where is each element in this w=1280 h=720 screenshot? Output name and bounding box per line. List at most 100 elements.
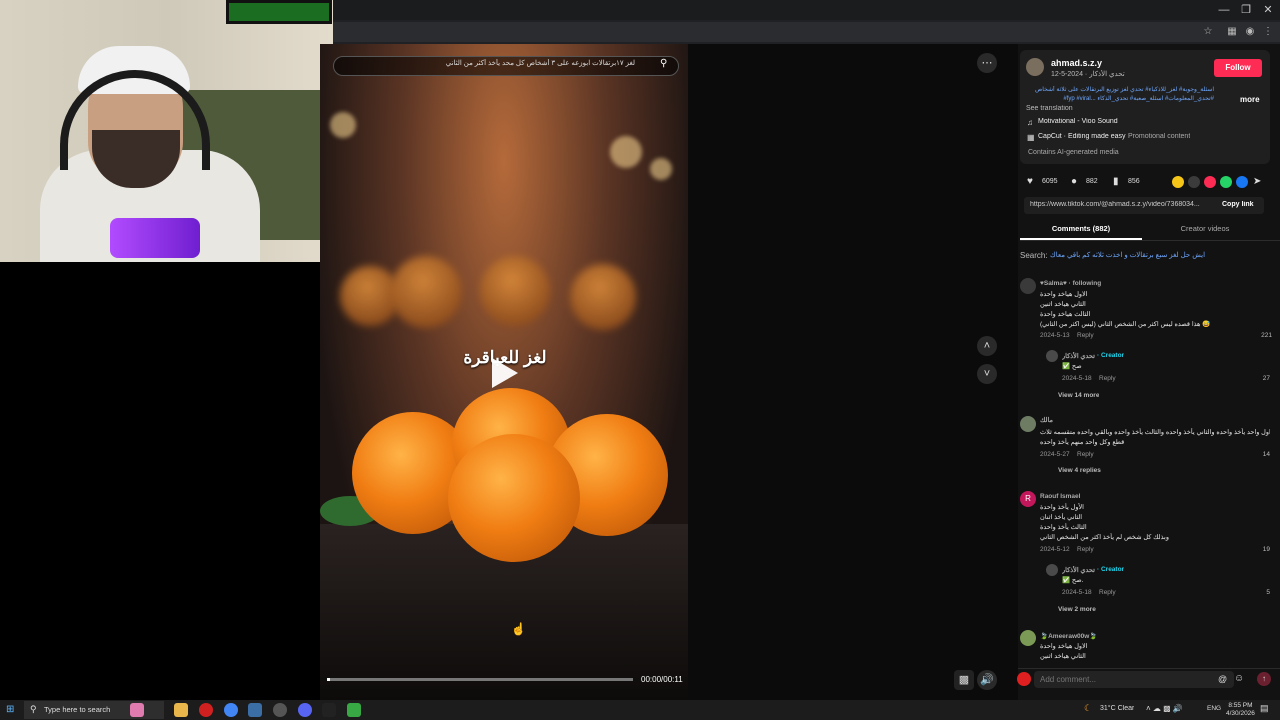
comment-line: الثاني يأخذ اثنان	[1040, 514, 1083, 521]
video-timecode: 00:00/00:11	[641, 675, 683, 684]
comment-date: 2024-5-18	[1062, 589, 1092, 596]
comment-author[interactable]: ♥Salma♥ · following	[1040, 280, 1101, 287]
app-icon[interactable]	[322, 703, 336, 717]
orange-blurred	[570, 264, 636, 330]
embed-icon[interactable]	[1188, 176, 1200, 188]
comment-like-count[interactable]: 221	[1236, 332, 1272, 339]
comment-icon[interactable]: ●	[1071, 176, 1077, 187]
chevron-up-icon[interactable]: ˄	[977, 336, 997, 356]
avatar[interactable]	[1020, 630, 1036, 646]
send-friends-icon[interactable]	[1204, 176, 1216, 188]
more-link[interactable]: more	[1240, 95, 1260, 104]
video-progress-bar[interactable]	[327, 678, 633, 681]
emoji-icon[interactable]: ☺	[1234, 673, 1244, 684]
reply-button[interactable]: Reply	[1077, 332, 1094, 339]
avatar[interactable]	[1026, 58, 1044, 76]
repost-icon[interactable]	[1172, 176, 1184, 188]
windows-start-icon[interactable]: ⊞	[6, 704, 14, 715]
reply-button[interactable]: Reply	[1077, 546, 1094, 553]
avatar[interactable]	[1046, 564, 1058, 576]
play-icon[interactable]	[492, 358, 518, 388]
facebook-icon[interactable]	[1236, 176, 1248, 188]
address-bar[interactable]	[333, 22, 1280, 42]
comment-author[interactable]: مالك	[1040, 416, 1053, 424]
chevron-down-icon[interactable]: ˅	[977, 364, 997, 384]
whatsapp-icon[interactable]	[1220, 176, 1232, 188]
heart-icon[interactable]: ♥	[1027, 176, 1033, 187]
extensions-icon[interactable]: ▦	[1224, 24, 1240, 40]
comment-like-count[interactable]: 5	[1236, 589, 1270, 596]
comment-like-count[interactable]: 14	[1236, 451, 1270, 458]
comment-author[interactable]: تحدي الأذكار	[1062, 566, 1095, 574]
reply-button[interactable]: Reply	[1099, 375, 1116, 382]
comment-like-count[interactable]: 27	[1236, 375, 1270, 382]
view-more-replies[interactable]: View 4 replies	[1058, 467, 1101, 474]
search-icon: ⚲	[30, 704, 37, 714]
reply-button[interactable]: Reply	[1077, 451, 1094, 458]
view-more-replies[interactable]: View 14 more	[1058, 392, 1099, 399]
weather-icon: ☾	[1084, 703, 1093, 713]
notifications-icon[interactable]: ▤	[1260, 703, 1269, 714]
search-icon[interactable]: ⚲	[660, 58, 667, 69]
notepad-icon[interactable]	[248, 703, 262, 717]
avatar[interactable]	[1020, 278, 1036, 294]
comment-line: الثالث هياخد واحدة	[1040, 311, 1091, 318]
obs-icon[interactable]	[273, 703, 287, 717]
mouse-cursor-icon: ☝	[511, 622, 526, 636]
comment-author[interactable]: Raouf Ismael	[1040, 493, 1080, 500]
comment-date: 2024-5-12	[1040, 546, 1070, 553]
capcut-link[interactable]: CapCut · Editing made easy	[1038, 133, 1126, 140]
video-bokeh	[650, 158, 672, 180]
bookmark-icon[interactable]: ▮	[1113, 176, 1119, 187]
menu-icon[interactable]: ⋮	[1260, 24, 1276, 40]
comment-author[interactable]: 🍃Ameeraw00w🍃	[1040, 632, 1097, 640]
avatar[interactable]	[1046, 350, 1058, 362]
creator-badge: · Creator	[1097, 352, 1125, 359]
language-indicator[interactable]: ENG	[1207, 705, 1221, 712]
music-title[interactable]: Motivational - Vioo Sound	[1038, 118, 1118, 125]
more-options-icon[interactable]: ⋯	[977, 53, 997, 73]
webcam-overlay	[0, 0, 333, 262]
tab-divider	[1020, 240, 1280, 241]
comment-author[interactable]: تحدي الأذكار	[1062, 352, 1095, 360]
opera-icon[interactable]	[199, 703, 213, 717]
reply-button[interactable]: Reply	[1099, 589, 1116, 596]
video-progress-fill	[327, 678, 331, 681]
webcam-microphone	[110, 218, 200, 258]
tab-comments[interactable]: Comments (882)	[1020, 224, 1142, 233]
maximize-icon[interactable]: ❐	[1236, 2, 1256, 18]
follow-button[interactable]: Follow	[1214, 59, 1262, 77]
avatar[interactable]	[1020, 416, 1036, 432]
avatar[interactable]: R	[1020, 491, 1036, 507]
comment-like-count[interactable]: 19	[1236, 546, 1270, 553]
mention-icon[interactable]: @	[1218, 674, 1227, 684]
tray-icons[interactable]: ˄ ☁ ▩ 🔊	[1146, 704, 1183, 713]
username[interactable]: ahmad.s.z.y	[1051, 58, 1102, 68]
chrome-icon[interactable]	[224, 703, 238, 717]
weather-text[interactable]: 31°C Clear	[1100, 705, 1134, 712]
profile-icon[interactable]: ◉	[1242, 24, 1258, 40]
file-explorer-icon[interactable]	[174, 703, 188, 717]
search-label: Search:	[1020, 251, 1048, 260]
share-arrow-icon[interactable]: ➤	[1253, 176, 1261, 187]
volume-icon[interactable]: 🔊	[977, 670, 997, 690]
tab-creator-videos[interactable]: Creator videos	[1142, 224, 1268, 233]
taskbar-clock[interactable]: 8:55 PM 4/30/2026	[1226, 702, 1255, 718]
see-translation-link[interactable]: See translation	[1026, 105, 1073, 112]
discord-icon[interactable]	[298, 703, 312, 717]
video-link-url[interactable]: https://www.tiktok.com/@ahmad.s.z.y/vide…	[1030, 201, 1212, 208]
send-icon[interactable]: ↑	[1257, 672, 1271, 686]
orange-blurred	[390, 256, 462, 328]
minecraft-icon[interactable]	[347, 703, 361, 717]
report-icon[interactable]: ▩	[954, 670, 974, 690]
minimize-icon[interactable]: —	[1214, 2, 1234, 18]
left-background	[0, 262, 320, 700]
close-icon[interactable]: ✕	[1258, 2, 1278, 18]
copy-link-button[interactable]: Copy link	[1222, 201, 1254, 208]
bookmark-star-icon[interactable]: ☆	[1200, 24, 1216, 40]
comment-line: الثاني هياخد اثنين	[1040, 301, 1086, 308]
view-more-replies[interactable]: View 2 more	[1058, 606, 1096, 613]
comment-input[interactable]	[1034, 671, 1234, 688]
avatar	[1017, 672, 1031, 686]
search-query-link[interactable]: ايش حل لغز سبع برتقالات و اخذت ثلاثه كم …	[1050, 251, 1205, 259]
